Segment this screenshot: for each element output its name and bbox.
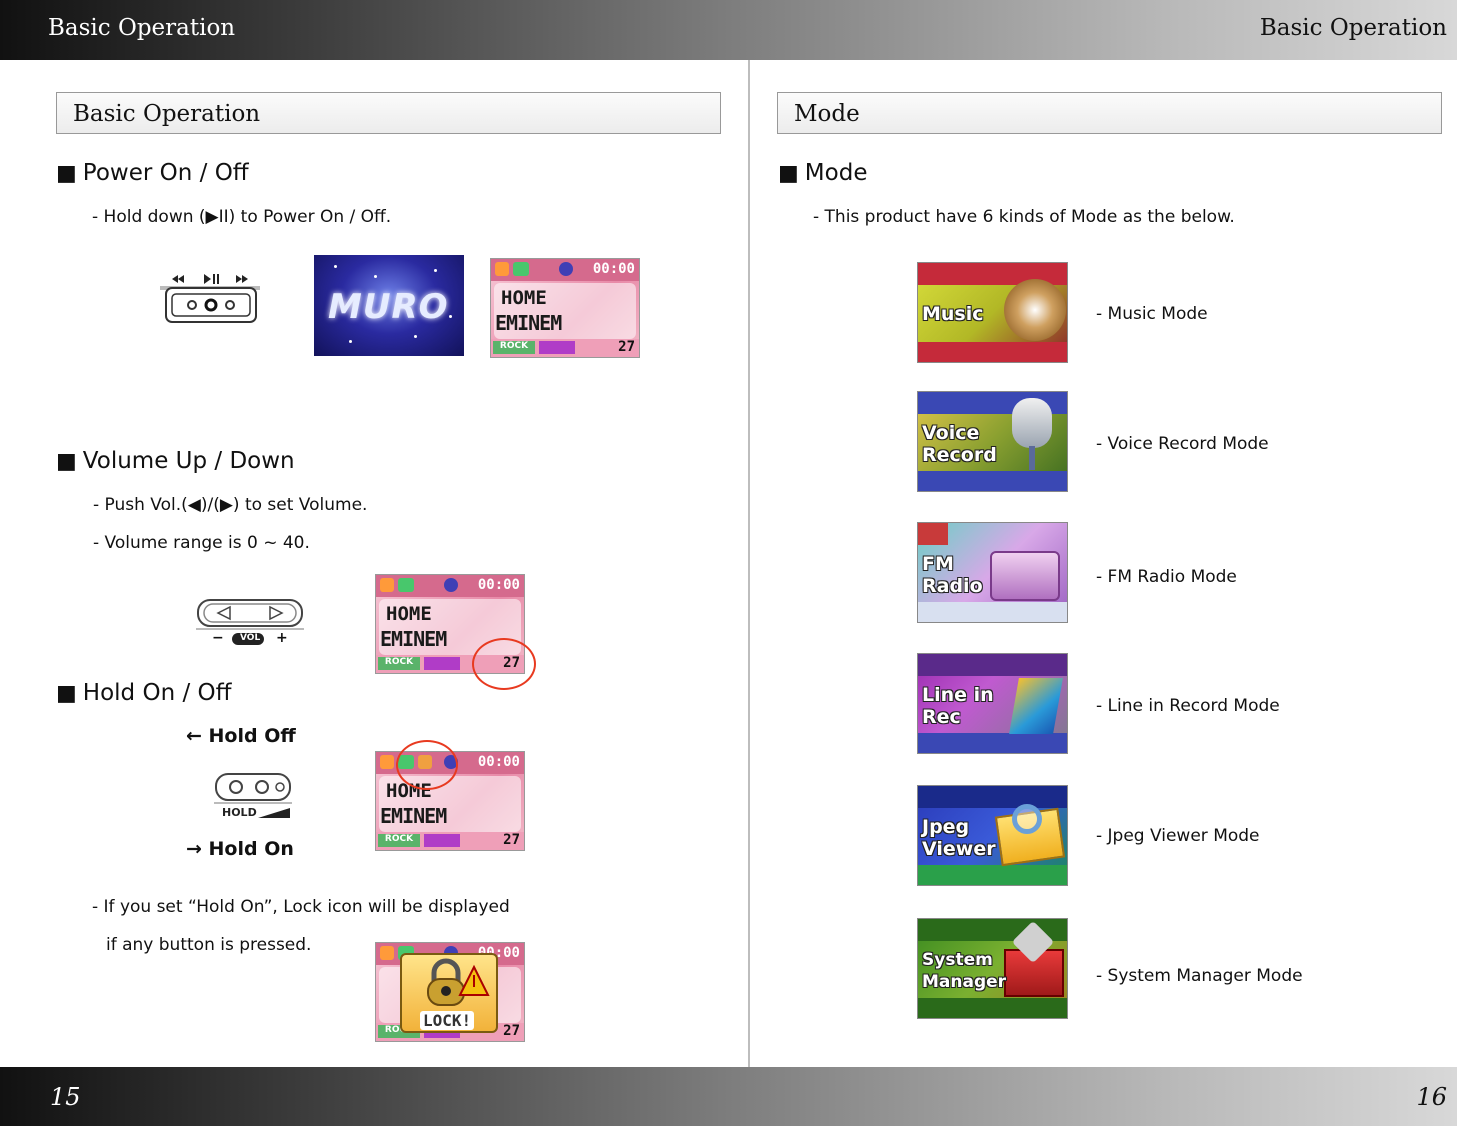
square-bullet-icon: ■: [778, 161, 799, 186]
volume-heading-text: Volume Up / Down: [82, 448, 295, 474]
power-on-splash-screen: MURO: [314, 255, 464, 356]
speaker-icon: [1004, 279, 1066, 341]
section-title-box: Basic Operation: [56, 92, 721, 134]
mode-heading-text: Mode: [804, 160, 868, 186]
lock-text: LOCK!: [420, 1011, 475, 1030]
lock-icon-highlight-circle: [396, 740, 458, 790]
hold-heading-text: Hold On / Off: [82, 680, 232, 706]
vol-plus-label: +: [276, 630, 288, 646]
volume-instruction-1: - Push Vol.(◀)/(▶) to set Volume.: [93, 495, 368, 515]
square-bullet-icon: ■: [56, 681, 77, 706]
play-control-illustration: [158, 270, 262, 326]
jpeg-viewer-mode-image-text: Jpeg Viewer: [922, 816, 996, 860]
volume-instruction-2: - Volume range is 0 ~ 40.: [93, 533, 310, 553]
page-divider: [748, 60, 750, 1067]
page-number-left: 15: [50, 1083, 81, 1111]
screen-eq: ROCK: [378, 657, 420, 670]
line-in-record-mode-image: Line in Rec: [917, 653, 1068, 754]
system-manager-mode-image-text: System Manager: [922, 950, 1007, 992]
play-buttons-icon: [160, 274, 260, 323]
volume-heading: ■ Volume Up / Down: [56, 448, 295, 474]
radio-icon: [990, 551, 1060, 601]
footer-bar: 15 16: [0, 1067, 1457, 1126]
magnifier-icon: [1012, 804, 1042, 834]
player-screen-home: 00:00 HOME EMINEM ROCK 27: [490, 258, 640, 358]
jpeg-viewer-mode-image: Jpeg Viewer: [917, 785, 1068, 886]
fm-radio-mode-label: - FM Radio Mode: [1096, 567, 1237, 587]
screen-clock: 00:00: [592, 261, 635, 277]
mode-intro: - This product have 6 kinds of Mode as t…: [813, 207, 1235, 227]
hold-on-label: → Hold On: [186, 838, 294, 860]
square-bullet-icon: ■: [56, 449, 77, 474]
power-heading: ■ Power On / Off: [56, 160, 249, 186]
volume-highlight-circle: [472, 638, 536, 690]
screen-folder: HOME: [501, 287, 547, 309]
music-mode-image: Music: [917, 262, 1068, 363]
hold-note-line-1: - If you set “Hold On”, Lock icon will b…: [92, 897, 510, 917]
power-instruction: - Hold down (▶II) to Power On / Off.: [92, 207, 392, 227]
hold-switch-illustration: HOLD: [212, 772, 294, 822]
screen-volume: 27: [503, 832, 520, 848]
splash-logo-text: MURO: [328, 287, 449, 327]
screen-volume: 27: [503, 1023, 520, 1039]
vol-minus-label: −: [212, 630, 224, 646]
hold-note-line-2: if any button is pressed.: [106, 935, 312, 955]
screen-clock: 00:00: [477, 577, 520, 593]
screen-artist: EMINEM: [380, 804, 447, 828]
hold-off-label: ← Hold Off: [186, 725, 296, 747]
voice-record-mode-label: - Voice Record Mode: [1096, 434, 1269, 454]
padlock-icon: [427, 958, 490, 1006]
line-in-record-mode-image-text: Line in Rec: [922, 684, 994, 728]
hold-heading: ■ Hold On / Off: [56, 680, 231, 706]
system-manager-mode-label: - System Manager Mode: [1096, 966, 1303, 986]
voice-record-mode-image-text: Voice Record: [922, 422, 997, 466]
header-bar: Basic Operation Basic Operation: [0, 0, 1457, 60]
fm-radio-mode-image: FM Radio: [917, 522, 1068, 623]
header-right-title: Basic Operation: [1259, 15, 1447, 41]
mode-heading: ■ Mode: [778, 160, 867, 186]
screen-volume: 27: [618, 339, 635, 355]
screen-eq: ROCK: [493, 341, 535, 354]
music-mode-label: - Music Mode: [1096, 304, 1208, 324]
header-left-title: Basic Operation: [48, 15, 236, 41]
lock-popup: LOCK!: [400, 953, 498, 1033]
mode-title-box: Mode: [777, 92, 1442, 134]
line-in-record-mode-label: - Line in Record Mode: [1096, 696, 1280, 716]
jpeg-viewer-mode-label: - Jpeg Viewer Mode: [1096, 826, 1260, 846]
clapperboard-icon: [1009, 678, 1063, 734]
screen-artist: EMINEM: [495, 311, 562, 335]
system-manager-mode-image: System Manager: [917, 918, 1068, 1019]
screen-eq: ROCK: [378, 834, 420, 847]
square-bullet-icon: ■: [56, 161, 77, 186]
page-number-right: 16: [1416, 1083, 1447, 1111]
microphone-icon: [1012, 398, 1052, 448]
voice-record-mode-image: Voice Record: [917, 391, 1068, 492]
power-heading-text: Power On / Off: [82, 160, 249, 186]
volume-control-illustration: VOL − +: [194, 596, 306, 650]
screen-artist: EMINEM: [380, 627, 447, 651]
hold-switch-label: HOLD: [222, 806, 257, 819]
player-screen-locked: 00:00 ROCK 27 LOCK!: [375, 942, 525, 1042]
music-mode-image-text: Music: [922, 303, 984, 325]
vol-label: VOL: [240, 633, 261, 643]
fm-radio-mode-image-text: FM Radio: [922, 553, 983, 597]
screen-clock: 00:00: [477, 754, 520, 770]
screen-folder: HOME: [386, 603, 432, 625]
